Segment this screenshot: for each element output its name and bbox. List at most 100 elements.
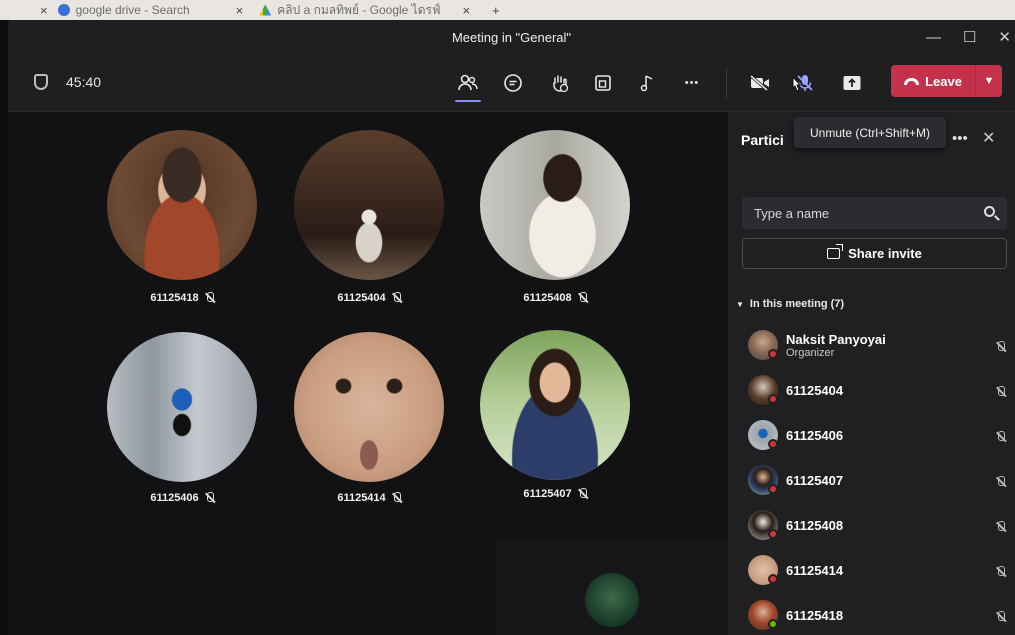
close-window-button[interactable]: ✕ (998, 28, 1011, 46)
participant-mic (996, 610, 1005, 628)
participant-photo (480, 130, 630, 280)
search-icon[interactable] (984, 206, 995, 217)
rooms-icon (595, 75, 611, 91)
participant-row[interactable]: 61125418 (728, 594, 1015, 635)
status-busy-icon (768, 439, 778, 449)
window-title: Meeting in "General" (451, 29, 572, 45)
browser-tab-drive[interactable]: คลิป a กมลทิพย์ - Google ไดรฟ์ (259, 1, 440, 20)
participant-tile[interactable] (480, 130, 630, 280)
participant-tile[interactable] (107, 130, 257, 280)
tile-name: 61125418 (150, 292, 199, 304)
tile-label: 61125407 (480, 488, 630, 500)
share-screen-button[interactable] (837, 68, 867, 98)
participant-row[interactable]: 61125404 (728, 369, 1015, 413)
teams-meeting-window: Meeting in "General" — ☐ ✕ 45:40 ••• Lea… (8, 20, 1015, 635)
participant-row[interactable]: Naksit Panyoyai Organizer (728, 324, 1015, 368)
status-busy-icon (768, 574, 778, 584)
mic-off-icon (996, 566, 1005, 578)
mouse-pointer-icon (792, 76, 802, 92)
leave-main[interactable]: Leave (891, 65, 976, 97)
share-invite-button[interactable]: Share invite (742, 238, 1007, 269)
participant-tile[interactable] (480, 330, 630, 480)
tile-name: 61125414 (337, 492, 386, 504)
participant-mic (996, 385, 1005, 403)
minimize-button[interactable]: — (926, 29, 941, 46)
participant-name: 61125407 (786, 473, 844, 488)
participant-mic (996, 520, 1005, 538)
participant-mic (996, 430, 1005, 448)
collapse-triangle-icon: ▼ (736, 299, 744, 309)
participant-row[interactable]: 61125408 (728, 504, 1015, 548)
close-tab-icon[interactable]: × (462, 3, 470, 18)
chat-icon (504, 74, 522, 92)
close-tab-icon[interactable]: × (236, 3, 244, 18)
panel-close-button[interactable]: ✕ (982, 128, 995, 148)
hang-up-icon (904, 77, 920, 85)
leave-label: Leave (925, 73, 962, 89)
meeting-toolbar: 45:40 ••• Leave ▼ (8, 54, 1015, 112)
rooms-button[interactable] (588, 68, 618, 98)
self-view[interactable] (496, 540, 728, 635)
participant-row[interactable]: 61125407 (728, 459, 1015, 503)
meeting-timer: 45:40 (66, 74, 102, 90)
mic-off-icon (392, 492, 401, 504)
participant-name: 61125418 (786, 608, 844, 623)
more-actions-button[interactable]: ••• (677, 68, 707, 98)
shield-icon (34, 74, 48, 90)
browser-tab-label: google drive - Search (75, 3, 190, 17)
participant-photo (107, 130, 257, 280)
toolbar-divider (726, 68, 727, 98)
raise-hand-icon (553, 75, 569, 93)
section-label: In this meeting (7) (749, 298, 845, 310)
participant-mic (996, 565, 1005, 583)
browser-tab-label: คลิป a กมลทิพย์ - Google ไดรฟ์ (277, 2, 441, 17)
participant-tile[interactable] (294, 332, 444, 482)
mic-off-icon (996, 476, 1005, 488)
participant-name: 61125406 (786, 428, 844, 443)
participant-name: Naksit Panyoyai (786, 332, 886, 347)
leave-button[interactable]: Leave ▼ (891, 65, 1002, 97)
tile-name: 61125407 (523, 488, 572, 500)
in-meeting-section[interactable]: ▼ In this meeting (7) (736, 298, 844, 310)
participant-photo (107, 332, 257, 482)
mic-off-icon (578, 292, 587, 304)
chevron-down-icon[interactable]: ▼ (976, 75, 1002, 87)
participant-role: Organizer (786, 347, 835, 359)
participant-name: 61125404 (786, 383, 844, 398)
people-button[interactable] (453, 68, 483, 102)
participant-tile[interactable] (107, 332, 257, 482)
camera-toggle-button[interactable] (745, 68, 775, 98)
participant-photo (294, 332, 444, 482)
tile-label: 61125404 (294, 292, 444, 304)
status-busy-icon (768, 394, 778, 404)
maximize-button[interactable]: ☐ (963, 28, 976, 46)
search-input[interactable]: Type a name (742, 197, 1007, 229)
mic-off-icon (996, 611, 1005, 623)
video-gallery: 61125418 61125404 61125408 61125406 6112… (8, 112, 728, 635)
close-tab-icon[interactable]: × (40, 3, 48, 18)
tile-name: 61125404 (337, 292, 386, 304)
browser-tab-search[interactable]: google drive - Search (57, 3, 190, 17)
status-busy-icon (768, 484, 778, 494)
participant-mic (996, 475, 1005, 493)
share-tray-icon (843, 76, 861, 90)
tile-name: 61125408 (523, 292, 572, 304)
search-placeholder: Type a name (754, 205, 830, 221)
tile-label: 61125418 (107, 292, 257, 304)
tile-label: 61125408 (480, 292, 630, 304)
panel-more-button[interactable]: ••• (952, 130, 968, 147)
self-avatar (585, 573, 639, 627)
drive-favicon-icon (259, 4, 272, 16)
status-busy-icon (768, 529, 778, 539)
new-tab-button[interactable]: + (492, 3, 500, 18)
participant-tile[interactable] (294, 130, 444, 280)
chat-button[interactable] (498, 68, 528, 98)
participants-panel: Partici Unmute (Ctrl+Shift+M) ••• ✕ Type… (728, 112, 1015, 635)
mic-off-icon (205, 292, 214, 304)
window-titlebar: Meeting in "General" — ☐ ✕ (8, 20, 1015, 54)
participant-row[interactable]: 61125406 (728, 414, 1015, 458)
participant-mic (996, 340, 1005, 358)
reactions-button[interactable] (545, 68, 575, 98)
participant-row[interactable]: 61125414 (728, 549, 1015, 593)
apps-button[interactable] (632, 68, 662, 98)
